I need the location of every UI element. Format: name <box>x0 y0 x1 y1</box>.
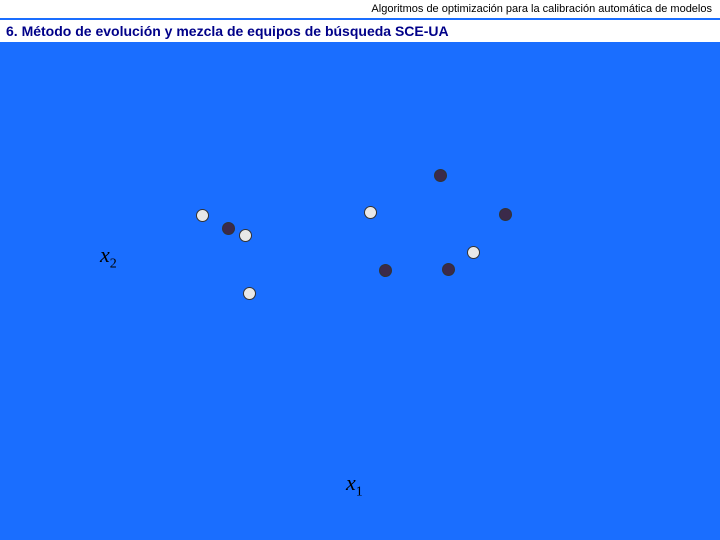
scatter-canvas: x2 x1 <box>0 42 720 540</box>
scatter-point <box>364 206 377 219</box>
section-heading-bar: 6. Método de evolución y mezcla de equip… <box>0 20 720 42</box>
x-axis-sub: 1 <box>356 484 363 499</box>
x-axis-label: x1 <box>346 470 363 500</box>
y-axis-label: x2 <box>100 242 117 272</box>
scatter-point <box>434 169 447 182</box>
scatter-point <box>499 208 512 221</box>
header-bar: Algoritmos de optimización para la calib… <box>0 0 720 20</box>
scatter-point <box>222 222 235 235</box>
y-axis-sub: 2 <box>110 256 117 271</box>
scatter-point <box>243 287 256 300</box>
scatter-point <box>239 229 252 242</box>
scatter-point <box>196 209 209 222</box>
scatter-point <box>379 264 392 277</box>
section-heading: 6. Método de evolución y mezcla de equip… <box>6 23 449 39</box>
y-axis-var: x <box>100 242 110 267</box>
x-axis-var: x <box>346 470 356 495</box>
scatter-point <box>442 263 455 276</box>
header-title: Algoritmos de optimización para la calib… <box>371 3 712 15</box>
scatter-point <box>467 246 480 259</box>
